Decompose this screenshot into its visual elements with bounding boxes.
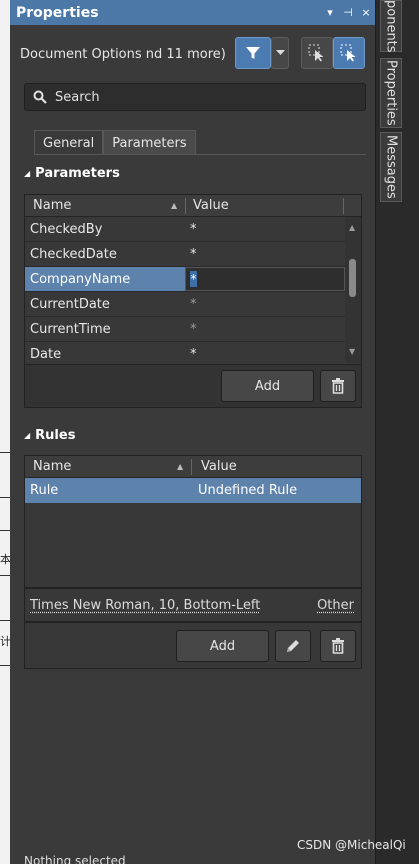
collapse-triangle-icon: ◢ — [24, 169, 30, 178]
panel-menu-icon[interactable]: ▾ — [321, 6, 339, 19]
font-settings-link[interactable]: Times New Roman, 10, Bottom-Left — [30, 598, 260, 613]
rules-heading: Rules — [35, 428, 75, 443]
parameters-table: Name ▲ Value CheckedBy * CheckedDate * C… — [24, 194, 362, 364]
other-link[interactable]: Other — [317, 598, 354, 613]
search-placeholder: Search — [55, 90, 100, 105]
edit-rule-button[interactable] — [275, 630, 311, 662]
select-cursor-icon — [308, 44, 326, 62]
column-header-name[interactable]: Name — [33, 198, 71, 213]
search-input[interactable]: Search — [24, 83, 366, 111]
rules-table-header: Name ▲ Value — [25, 456, 361, 478]
trash-icon — [331, 638, 345, 654]
rule-font-row: Times New Roman, 10, Bottom-Left Other — [24, 588, 362, 622]
rule-row-selected[interactable]: Rule Undefined Rule — [25, 478, 361, 503]
pointer-icon — [340, 44, 358, 62]
tab-components[interactable]: ponents — [380, 0, 402, 52]
tab-messages[interactable]: Messages — [380, 132, 402, 202]
rules-button-bar: Add — [24, 622, 362, 669]
tab-parameters[interactable]: Parameters — [103, 130, 195, 155]
table-row[interactable]: CheckedDate * — [25, 242, 361, 267]
parameters-button-bar: Add — [24, 364, 362, 408]
sort-asc-icon: ▲ — [171, 201, 177, 210]
scroll-thumb[interactable] — [349, 259, 356, 297]
search-icon — [33, 90, 47, 104]
sort-asc-icon: ▲ — [177, 462, 183, 471]
status-text: Nothing selected — [24, 854, 126, 864]
chevron-down-icon — [276, 50, 285, 56]
add-parameter-button[interactable]: Add — [221, 370, 314, 402]
delete-rule-button[interactable] — [320, 630, 356, 662]
parameters-table-header: Name ▲ Value — [25, 195, 361, 217]
table-row-selected[interactable]: CompanyName * — [25, 267, 361, 292]
column-header-name[interactable]: Name — [33, 459, 71, 474]
properties-tabs: General Parameters — [34, 130, 196, 155]
filter-icon — [245, 45, 261, 61]
background-window-strip: 本 计 — [0, 0, 10, 864]
collapse-triangle-icon: ◢ — [24, 431, 30, 440]
parameters-heading: Parameters — [35, 166, 120, 181]
watermark: CSDN @MichealQi — [297, 838, 406, 852]
document-options-label: Document Options nd 11 more) — [20, 47, 230, 62]
add-rule-button[interactable]: Add — [176, 630, 269, 662]
trash-icon — [331, 378, 345, 394]
scroll-down-icon[interactable]: ▼ — [349, 347, 355, 356]
panel-title: Properties — [16, 5, 321, 21]
pin-icon[interactable]: ⊣ — [339, 6, 357, 19]
table-row[interactable]: CheckedBy * — [25, 217, 361, 242]
column-header-value[interactable]: Value — [193, 198, 229, 213]
tab-properties[interactable]: Properties — [380, 58, 402, 128]
select-mode-button[interactable] — [333, 37, 365, 69]
filter-dropdown-button[interactable] — [271, 37, 289, 69]
pencil-icon — [285, 638, 301, 654]
rules-section-header[interactable]: ◢ Rules — [24, 428, 75, 443]
table-row[interactable]: CurrentTime * — [25, 317, 361, 342]
filter-button[interactable] — [235, 37, 271, 69]
table-row[interactable]: CurrentDate * — [25, 292, 361, 317]
scroll-up-icon[interactable]: ▲ — [349, 223, 355, 232]
parameters-section-header[interactable]: ◢ Parameters — [24, 166, 120, 181]
right-panel-rail: ponents Properties Messages — [375, 0, 419, 864]
tab-general[interactable]: General — [34, 130, 103, 155]
value-edit-text[interactable]: * — [190, 271, 197, 287]
panel-titlebar: Properties ▾ ⊣ × — [10, 0, 375, 25]
tab-divider — [34, 154, 366, 155]
close-icon[interactable]: × — [357, 6, 375, 19]
value-edit-field[interactable] — [185, 267, 345, 291]
select-objects-button[interactable] — [301, 37, 333, 69]
properties-panel: Properties ▾ ⊣ × Document Options nd 11 … — [10, 0, 375, 864]
parameters-scrollbar[interactable]: ▲ ▼ — [345, 217, 361, 363]
column-header-value[interactable]: Value — [201, 459, 237, 474]
rules-table: Name ▲ Value Rule Undefined Rule — [24, 455, 362, 588]
delete-parameter-button[interactable] — [320, 370, 356, 402]
